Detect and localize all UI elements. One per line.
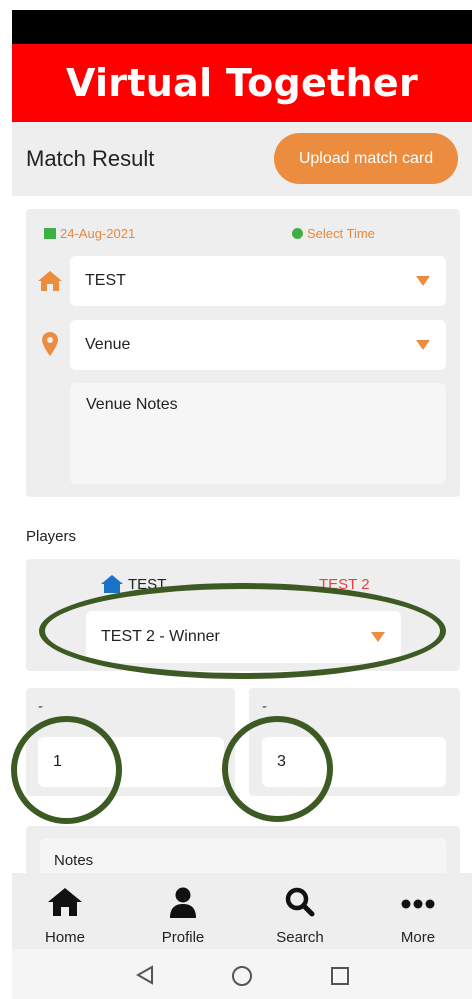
away-player-label: - [262, 698, 267, 715]
notes-label: Notes [54, 852, 94, 869]
status-margin [0, 0, 472, 10]
nav-search[interactable]: Search [250, 873, 350, 949]
recents-icon[interactable] [330, 966, 350, 986]
search-icon [285, 887, 315, 917]
time-label: Select Time [307, 226, 375, 241]
location-pin-icon [42, 332, 58, 356]
annotation-circle-winner [39, 583, 446, 679]
home-team-select[interactable]: TEST [70, 256, 446, 306]
venue-value: Venue [85, 336, 131, 353]
nav-home[interactable]: Home [15, 873, 115, 949]
venue-notes-placeholder: Venue Notes [86, 396, 178, 413]
calendar-icon [44, 228, 56, 239]
players-heading: Players [26, 528, 77, 545]
nav-profile-label: Profile [161, 929, 205, 946]
venue-select[interactable]: Venue [70, 320, 446, 370]
person-icon [170, 887, 196, 918]
nav-more[interactable]: More [368, 873, 468, 949]
status-bar [12, 10, 472, 44]
nav-home-label: Home [44, 929, 85, 946]
dropdown-arrow-icon [416, 276, 430, 286]
nav-profile[interactable]: Profile [133, 873, 233, 949]
home-circle-icon[interactable] [231, 965, 253, 987]
home-player-label: - [38, 698, 43, 715]
bottom-navigation: Home Profile Search More [12, 873, 472, 949]
page-title: Match Result [26, 146, 155, 171]
more-icon [401, 899, 435, 909]
dropdown-arrow-icon [416, 340, 430, 350]
clock-icon [292, 228, 303, 239]
nav-search-label: Search [276, 929, 324, 946]
annotation-circle-away-score [222, 716, 333, 822]
upload-match-card-button[interactable]: Upload match card [274, 133, 458, 184]
app-title: Virtual Together [65, 61, 419, 105]
back-icon[interactable] [136, 965, 154, 985]
system-navigation-bar [12, 949, 472, 999]
nav-more-label: More [400, 929, 436, 946]
home-icon [48, 888, 82, 916]
home-icon [38, 271, 62, 291]
annotation-circle-home-score [11, 716, 122, 824]
date-picker[interactable]: 24-Aug-2021 [44, 226, 135, 241]
app-banner: Virtual Together [12, 44, 472, 122]
date-label: 24-Aug-2021 [60, 226, 136, 241]
home-icon [101, 575, 123, 593]
time-picker[interactable]: Select Time [292, 226, 375, 241]
home-team-value: TEST [85, 272, 126, 289]
